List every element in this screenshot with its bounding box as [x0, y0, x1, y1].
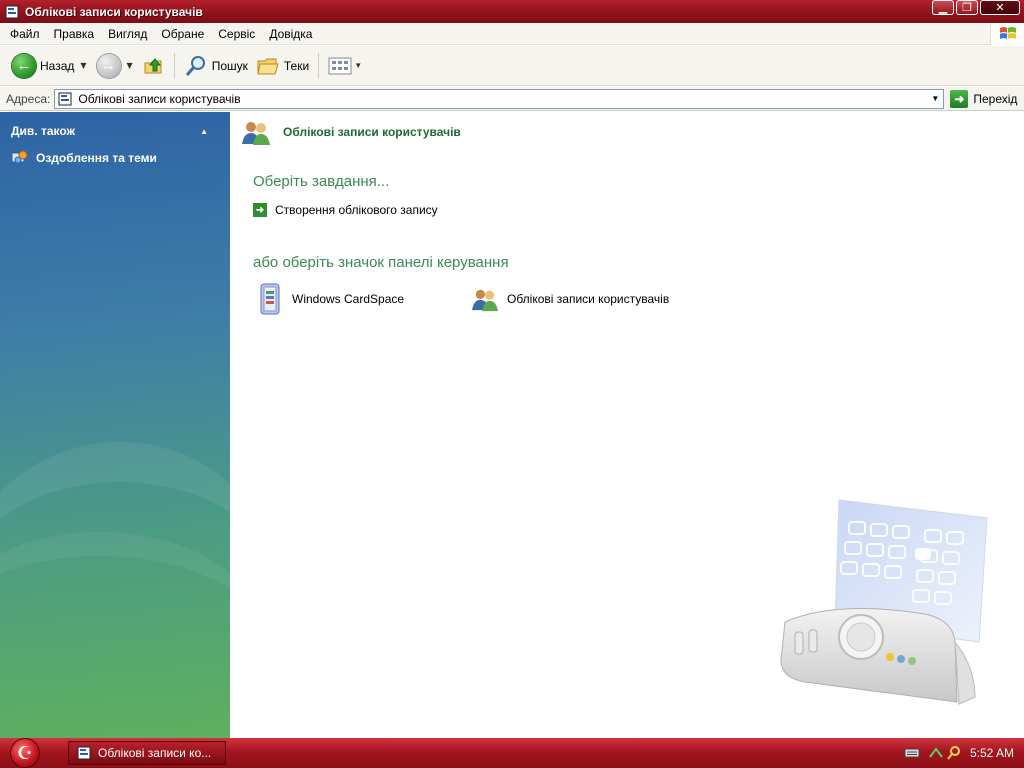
address-bar: Адреса: Облікові записи користувачів ▼ ➜…: [0, 87, 1024, 111]
control-panel-icon: [77, 745, 93, 761]
close-button[interactable]: ✕: [980, 0, 1020, 15]
toolbar-separator: [318, 52, 320, 79]
maximize-button[interactable]: ❐: [956, 0, 978, 15]
forward-arrow-icon: →: [96, 53, 121, 78]
go-arrow-icon: ➜: [950, 89, 969, 108]
search-icon: [185, 55, 205, 76]
back-button[interactable]: ← Назад: [8, 50, 78, 82]
views-dropdown-icon: ▼: [354, 61, 363, 70]
keyboard-icon[interactable]: [904, 747, 920, 759]
sidebar-item-themes[interactable]: Оздоблення та теми: [11, 150, 157, 166]
clock: 5:52 AM: [969, 746, 1014, 760]
back-arrow-icon: ←: [12, 53, 36, 78]
window-controls: ▁ ❐ ✕: [932, 0, 1020, 15]
search-label: Пошук: [211, 58, 248, 73]
title-bar: Облікові записи користувачів ▁ ❐ ✕: [0, 0, 1024, 23]
forward-button[interactable]: →: [93, 50, 125, 82]
pick-task-heading: Оберіть завдання...: [253, 173, 390, 190]
system-tray: 5:52 AM: [884, 738, 1024, 768]
taskbar: ☪ Облікові записи ко... 5:52 AM: [0, 738, 1024, 768]
sidebar-item-label: Оздоблення та теми: [36, 151, 157, 165]
menu-favorites[interactable]: Обране: [154, 27, 211, 41]
start-orb-icon: ☪: [10, 738, 40, 768]
search-icon[interactable]: [946, 745, 962, 761]
back-label: Назад: [40, 58, 75, 73]
control-panel-icon: [58, 91, 74, 107]
cp-item-cardspace[interactable]: Windows CardSpace: [255, 282, 404, 316]
user-accounts-icon: [242, 122, 270, 145]
see-also-title: Див. також: [11, 124, 76, 138]
address-label: Адреса:: [6, 91, 51, 106]
page-title: Облікові записи користувачів: [240, 118, 461, 146]
views-button[interactable]: ▼: [324, 50, 372, 82]
task-label: Створення облікового запису: [275, 203, 438, 217]
control-panel-watermark-icon: [780, 499, 988, 705]
cp-item-user-accounts[interactable]: Облікові записи користувачів: [470, 282, 669, 316]
toolbar-separator: [173, 52, 175, 79]
task-create-account[interactable]: ➜ Створення облікового запису: [253, 203, 438, 217]
go-label: Перехід: [973, 91, 1018, 106]
cp-item-label: Облікові записи користувачів: [507, 292, 670, 306]
menu-edit[interactable]: Правка: [47, 27, 102, 41]
menu-file[interactable]: Файл: [0, 27, 47, 41]
control-panel-icon[interactable]: [4, 4, 20, 20]
sidebar-decoration: [0, 532, 230, 738]
window-title: Облікові записи користувачів: [25, 4, 203, 19]
themes-icon: [11, 150, 29, 166]
see-also-header[interactable]: Див. також ▲: [0, 120, 230, 142]
forward-dropdown-icon[interactable]: ▼: [127, 61, 133, 70]
windows-logo-icon: [990, 23, 1024, 45]
folders-icon: [257, 58, 279, 74]
address-value: Облікові записи користувачів: [78, 91, 241, 106]
menu-tools[interactable]: Сервіс: [211, 27, 262, 41]
user-accounts-icon: [470, 282, 500, 316]
views-icon: [328, 57, 352, 74]
page-title-text: Облікові записи користувачів: [283, 125, 461, 139]
toolbar: ← Назад ▼ → ▼ Пошук Теки ▼: [0, 46, 1024, 86]
main-content: Облікові записи користувачів Оберіть зав…: [230, 112, 1024, 738]
menu-view[interactable]: Вигляд: [101, 27, 154, 41]
up-folder-icon: [144, 57, 162, 73]
network-icon[interactable]: [928, 745, 944, 761]
address-field[interactable]: Облікові записи користувачів ▼: [54, 88, 945, 109]
cardspace-icon: [255, 282, 285, 316]
folders-label: Теки: [283, 58, 310, 73]
taskbar-window-button[interactable]: Облікові записи ко...: [68, 741, 226, 765]
address-dropdown-icon[interactable]: ▼: [927, 90, 943, 108]
task-arrow-icon: ➜: [253, 203, 267, 217]
taskbar-window-label: Облікові записи ко...: [98, 746, 212, 760]
go-button[interactable]: ➜ Перехід: [950, 89, 1018, 108]
pick-icon-heading: або оберіть значок панелі керування: [253, 254, 509, 271]
up-folder-button[interactable]: [139, 50, 169, 82]
search-button[interactable]: Пошук: [180, 50, 252, 82]
menu-bar: Файл Правка Вигляд Обране Сервіс Довідка: [0, 23, 1024, 45]
menu-help[interactable]: Довідка: [262, 27, 319, 41]
collapse-chevron-icon[interactable]: ▲: [200, 127, 208, 136]
start-button[interactable]: ☪: [0, 738, 50, 768]
back-dropdown-icon[interactable]: ▼: [80, 61, 86, 70]
cp-item-label: Windows CardSpace: [292, 292, 405, 306]
folders-button[interactable]: Теки: [252, 50, 313, 82]
minimize-button[interactable]: ▁: [932, 0, 954, 15]
sidebar: Див. також ▲ Оздоблення та теми: [0, 112, 230, 738]
